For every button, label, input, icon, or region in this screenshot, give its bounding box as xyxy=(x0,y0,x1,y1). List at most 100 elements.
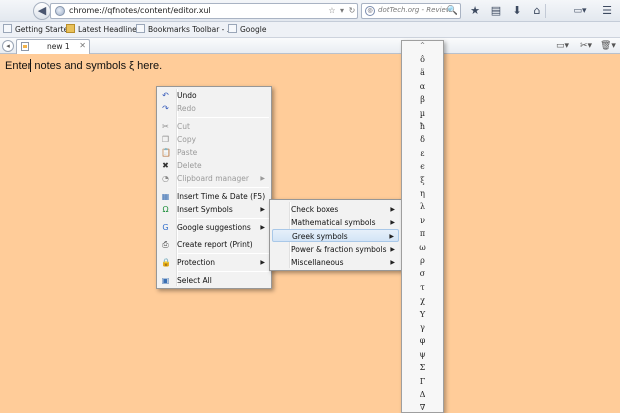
greek-symbol-item[interactable]: Σ xyxy=(402,361,443,374)
search-placeholder: dotTech.org - Review xyxy=(378,6,452,14)
greek-symbol-item[interactable]: λ xyxy=(402,200,443,213)
downloads-icon[interactable]: ⬇ xyxy=(510,3,524,19)
reload-icon[interactable]: ↻ xyxy=(347,5,357,17)
omega-icon: Ω xyxy=(162,205,169,214)
search-bar[interactable]: ◎ dotTech.org - Review 🔍 xyxy=(361,3,461,19)
menu-separator xyxy=(177,218,269,219)
greek-symbol-item[interactable]: ϵ xyxy=(402,160,443,173)
bookmarks-list-icon[interactable]: ▤ xyxy=(489,3,503,19)
submenu-arrow-icon: ▶ xyxy=(260,259,265,266)
calendar-icon: ▦ xyxy=(161,192,170,201)
menu-icon[interactable]: ☰ xyxy=(600,3,614,19)
menu-item-create-report[interactable]: ⎙ Create report (Print) xyxy=(159,238,269,251)
redo-icon: ↷ xyxy=(162,104,169,113)
greek-symbol-item[interactable]: ξ xyxy=(402,174,443,187)
greek-symbol-item[interactable]: µ xyxy=(402,107,443,120)
lock-icon: 🔒 xyxy=(161,258,171,267)
page-icon xyxy=(228,24,237,33)
greek-symbol-item[interactable]: σ xyxy=(402,267,443,280)
url-text[interactable]: chrome://qfnotes/content/editor.xul xyxy=(69,6,211,15)
bookmark-bookmarks-toolbar[interactable]: Bookmarks Toolbar - ... xyxy=(136,24,234,36)
insert-symbols-submenu: Check boxes ▶ Mathematical symbols ▶ Greek… xyxy=(269,199,402,271)
open-folder-icon[interactable]: ▭▾ xyxy=(556,39,569,53)
clipboard-manager-icon: ◔ xyxy=(162,174,169,183)
greek-symbol-item[interactable]: ν xyxy=(402,214,443,227)
back-button[interactable]: ◀ xyxy=(33,2,51,20)
bookmark-latest-headlines[interactable]: Latest Headlines xyxy=(66,24,141,36)
submenu-arrow-icon: ▶ xyxy=(260,175,265,182)
submenu-arrow-icon: ▶ xyxy=(390,206,395,213)
greek-symbol-item[interactable]: ε xyxy=(402,147,443,160)
url-dropdown-icon[interactable]: ▾ xyxy=(337,5,347,17)
note-text[interactable]: Enter notes and symbols ξ here. xyxy=(5,60,162,72)
menu-item-insert-time-date[interactable]: ▦ Insert Time & Date (F5) xyxy=(159,190,269,203)
bookmark-google[interactable]: Google xyxy=(228,24,266,36)
greek-symbol-item[interactable]: ä xyxy=(402,66,443,79)
greek-symbol-item[interactable]: Υ xyxy=(402,308,443,321)
home-icon[interactable]: ⌂ xyxy=(530,3,544,19)
bookmark-page-icon[interactable]: ☆ xyxy=(327,5,337,17)
greek-symbols-menu: ^ ô ä α β µ ħ δ ε ϵ ξ η λ ν π ω ρ σ τ χ Υγ φ ψ Σ Γ Δ ∇ xyxy=(401,40,444,413)
rss-folder-icon xyxy=(66,24,75,33)
tab-new-1[interactable]: new 1 ✕ xyxy=(16,39,90,54)
scroll-up-icon[interactable]: ^ xyxy=(402,42,443,49)
menu-separator xyxy=(177,253,269,254)
page-icon xyxy=(3,24,12,33)
tab-nav-button[interactable]: ◂ xyxy=(2,40,14,52)
menu-item-google-suggestions[interactable]: G Google suggestions ▶ xyxy=(159,221,269,234)
greek-symbol-item[interactable]: δ xyxy=(402,133,443,146)
menu-separator xyxy=(177,117,269,118)
bookmark-star-icon[interactable]: ★ xyxy=(468,3,482,19)
greek-symbol-item[interactable]: ô xyxy=(402,53,443,66)
url-bar[interactable]: chrome://qfnotes/content/editor.xul ☆ ▾ … xyxy=(50,3,358,19)
menu-item-mathematical-symbols[interactable]: Mathematical symbols ▶ xyxy=(272,216,399,229)
tools-icon[interactable]: ✂▾ xyxy=(580,39,592,53)
greek-symbol-item[interactable]: ω xyxy=(402,241,443,254)
menu-item-protection[interactable]: 🔒 Protection ▶ xyxy=(159,256,269,269)
greek-symbol-item[interactable]: ∇ xyxy=(402,401,443,412)
greek-symbol-item[interactable]: τ xyxy=(402,281,443,294)
select-all-icon: ▣ xyxy=(161,276,170,285)
greek-symbol-item[interactable]: ħ xyxy=(402,120,443,133)
greek-symbol-item[interactable]: α xyxy=(402,80,443,93)
menu-item-undo[interactable]: ↶ Undo xyxy=(159,89,269,102)
greek-symbol-item[interactable]: Γ xyxy=(402,375,443,388)
menu-item-delete[interactable]: ✖ Delete xyxy=(159,159,269,172)
menu-item-select-all[interactable]: ▣ Select All xyxy=(159,274,269,287)
menu-item-cut[interactable]: ✂ Cut xyxy=(159,120,269,133)
back-arrow-icon: ◀ xyxy=(37,4,47,17)
bookmark-getting-started[interactable]: Getting Started xyxy=(3,24,73,36)
undo-icon: ↶ xyxy=(162,91,169,100)
menu-item-check-boxes[interactable]: Check boxes ▶ xyxy=(272,203,399,216)
editor-tab-strip: ◂ new 1 ✕ ▭▾ ✂▾ 🗑▾ xyxy=(0,38,620,54)
toolbar-divider xyxy=(545,4,546,18)
greek-symbol-item[interactable]: η xyxy=(402,187,443,200)
trash-icon[interactable]: 🗑▾ xyxy=(600,39,616,53)
menu-item-clipboard-manager[interactable]: ◔ Clipboard manager ▶ xyxy=(159,172,269,185)
greek-symbol-item[interactable]: π xyxy=(402,227,443,240)
page-icon xyxy=(136,24,145,33)
addon-menu-icon[interactable]: ▭▾ xyxy=(568,3,592,19)
greek-symbol-item[interactable]: γ xyxy=(402,321,443,334)
search-icon[interactable]: 🔍 xyxy=(447,5,458,17)
greek-symbol-item[interactable]: ψ xyxy=(402,348,443,361)
greek-symbol-item[interactable]: ρ xyxy=(402,254,443,267)
menu-item-greek-symbols[interactable]: Greek symbols ▶ xyxy=(272,229,399,242)
menu-item-copy[interactable]: ❐ Copy xyxy=(159,133,269,146)
greek-symbol-item[interactable]: φ xyxy=(402,334,443,347)
greek-symbol-item[interactable]: Δ xyxy=(402,388,443,401)
menu-item-redo[interactable]: ↷ Redo xyxy=(159,102,269,115)
menu-item-miscellaneous[interactable]: Miscellaneous ▶ xyxy=(272,256,399,269)
close-tab-icon[interactable]: ✕ xyxy=(79,41,86,50)
submenu-arrow-icon: ▶ xyxy=(389,233,394,240)
submenu-arrow-icon: ▶ xyxy=(260,206,265,213)
menu-item-insert-symbols[interactable]: Ω Insert Symbols ▶ xyxy=(159,203,269,216)
submenu-arrow-icon: ▶ xyxy=(390,219,395,226)
menu-item-paste[interactable]: 📋 Paste xyxy=(159,146,269,159)
clipboard-icon: 📋 xyxy=(161,148,171,157)
delete-icon: ✖ xyxy=(162,161,169,170)
greek-symbol-item[interactable]: β xyxy=(402,93,443,106)
menu-item-power-fraction-symbols[interactable]: Power & fraction symbols ▶ xyxy=(272,243,399,256)
greek-symbol-item[interactable]: χ xyxy=(402,294,443,307)
search-engine-icon[interactable]: ◎ xyxy=(365,6,375,16)
